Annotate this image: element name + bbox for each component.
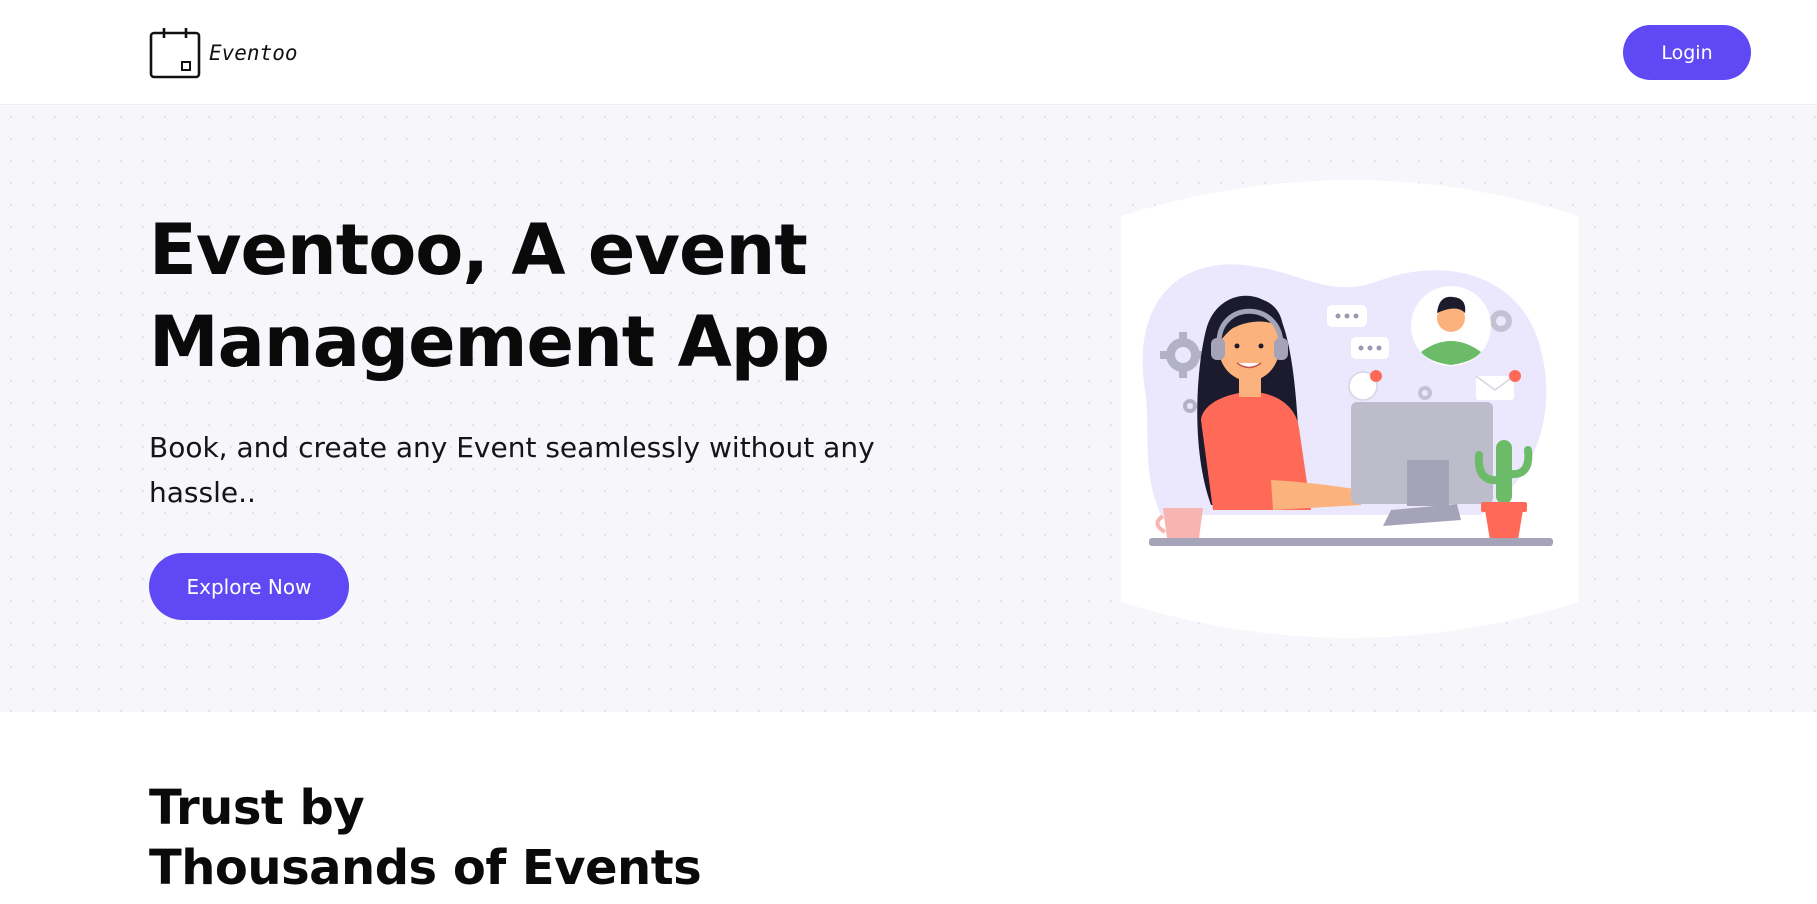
support-agent-illustration bbox=[1121, 180, 1579, 638]
trust-title-line-2: Thousands of Events bbox=[149, 840, 702, 896]
hero-subtitle: Book, and create any Event seamlessly wi… bbox=[149, 431, 875, 509]
hero-title-line-1: Eventoo, A event bbox=[149, 209, 808, 291]
explore-now-button[interactable]: Explore Now bbox=[149, 553, 349, 620]
hero-section: Eventoo, A event Management App Book, an… bbox=[0, 106, 1817, 712]
navbar: Eventoo Login bbox=[0, 0, 1817, 105]
calendar-icon bbox=[149, 28, 201, 79]
hero-title: Eventoo, A event Management App bbox=[149, 204, 929, 388]
brand-name: Eventoo bbox=[209, 41, 298, 65]
trust-title-line-1: Trust by bbox=[149, 780, 365, 836]
hero-title-line-2: Management App bbox=[149, 301, 830, 383]
trust-title: Trust by Thousands of Events bbox=[149, 778, 702, 898]
brand[interactable]: Eventoo bbox=[149, 27, 298, 79]
login-button[interactable]: Login bbox=[1623, 25, 1751, 80]
